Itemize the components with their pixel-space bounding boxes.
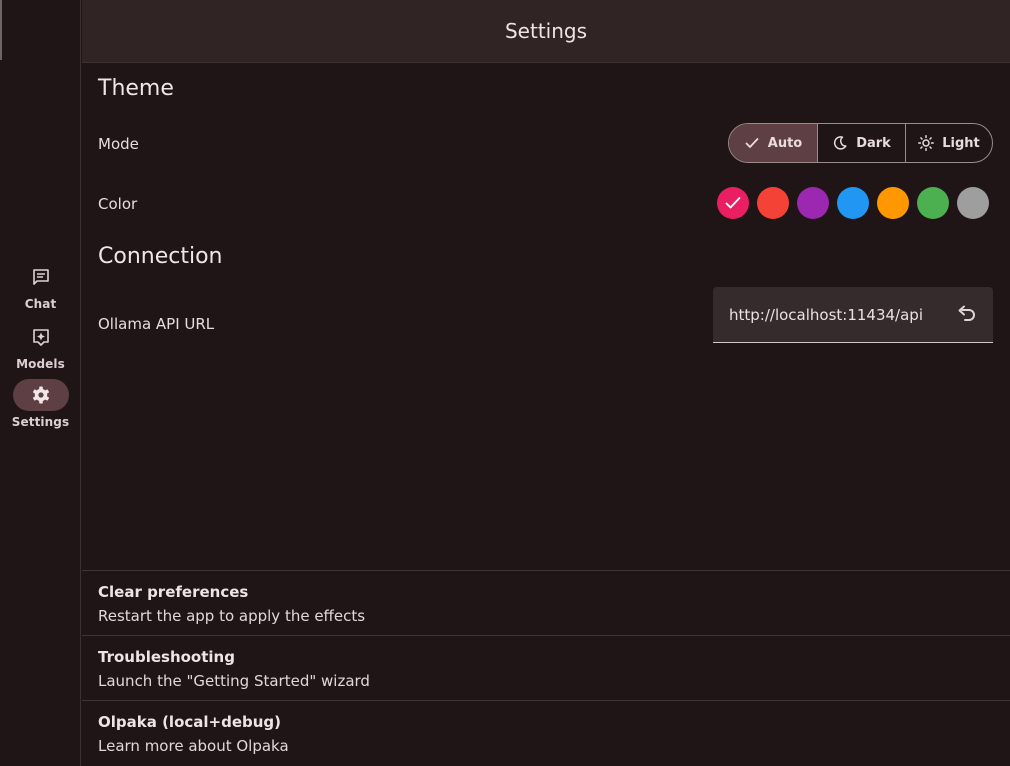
gear-icon: [33, 386, 49, 404]
color-swatch-purple[interactable]: [797, 187, 829, 219]
nav-label-chat: Chat: [24, 297, 57, 311]
color-swatch-pink[interactable]: [717, 187, 749, 219]
mode-dark-label: Dark: [856, 135, 891, 151]
api-url-label: Ollama API URL: [98, 315, 215, 333]
tile-title: Clear preferences: [98, 583, 249, 601]
color-swatch-blue[interactable]: [837, 187, 869, 219]
about-tile[interactable]: Olpaka (local+debug) Learn more about Ol…: [82, 700, 1010, 766]
nav-label-settings: Settings: [11, 415, 70, 429]
tile-title: Olpaka (local+debug): [98, 713, 282, 731]
clear-preferences-tile[interactable]: Clear preferences Restart the app to app…: [82, 570, 1010, 635]
mode-label: Mode: [98, 135, 139, 153]
api-url-field[interactable]: http://localhost:11434/api: [713, 287, 993, 343]
color-swatch-orange[interactable]: [877, 187, 909, 219]
color-swatch-grey[interactable]: [957, 187, 989, 219]
mode-auto-label: Auto: [767, 135, 803, 151]
sun-icon: [918, 135, 935, 151]
models-icon: [33, 329, 49, 346]
color-swatch-green[interactable]: [917, 187, 949, 219]
mode-light-button[interactable]: Light: [905, 124, 992, 162]
tile-title: Troubleshooting: [98, 648, 235, 666]
nav-item-settings[interactable]: Settings: [0, 379, 81, 435]
tile-subtitle: Restart the app to apply the effects: [98, 607, 366, 625]
color-label: Color: [98, 195, 138, 213]
nav-pill-models: [13, 321, 69, 353]
nav-item-models[interactable]: Models: [0, 321, 81, 377]
theme-section-title: Theme: [98, 76, 174, 101]
settings-page: Settings Theme Mode Auto Dark Light Colo…: [82, 0, 1010, 766]
nav-label-models: Models: [16, 357, 65, 371]
chat-icon: [33, 269, 49, 285]
mode-light-label: Light: [942, 135, 980, 151]
window-edge: [0, 0, 2, 60]
moon-icon: [834, 136, 847, 150]
check-icon: [745, 138, 759, 148]
page-title: Settings: [504, 19, 588, 43]
tile-subtitle: Launch the "Getting Started" wizard: [98, 672, 370, 690]
connection-section-title: Connection: [98, 244, 223, 269]
tile-subtitle: Learn more about Olpaka: [98, 737, 289, 755]
check-icon: [725, 197, 741, 209]
color-swatch-red[interactable]: [757, 187, 789, 219]
theme-mode-selector: Auto Dark Light: [728, 123, 993, 163]
mode-dark-button[interactable]: Dark: [817, 124, 905, 162]
api-url-value[interactable]: http://localhost:11434/api: [729, 287, 923, 343]
nav-item-chat[interactable]: Chat: [0, 261, 81, 317]
nav-pill-settings: [13, 379, 69, 411]
troubleshooting-tile[interactable]: Troubleshooting Launch the "Getting Star…: [82, 635, 1010, 700]
mode-auto-button[interactable]: Auto: [729, 124, 817, 162]
app-bar: Settings: [82, 0, 1010, 63]
navigation-rail: Chat Models Settings: [0, 0, 81, 766]
undo-icon[interactable]: [954, 303, 978, 327]
nav-pill-chat: [13, 261, 69, 293]
